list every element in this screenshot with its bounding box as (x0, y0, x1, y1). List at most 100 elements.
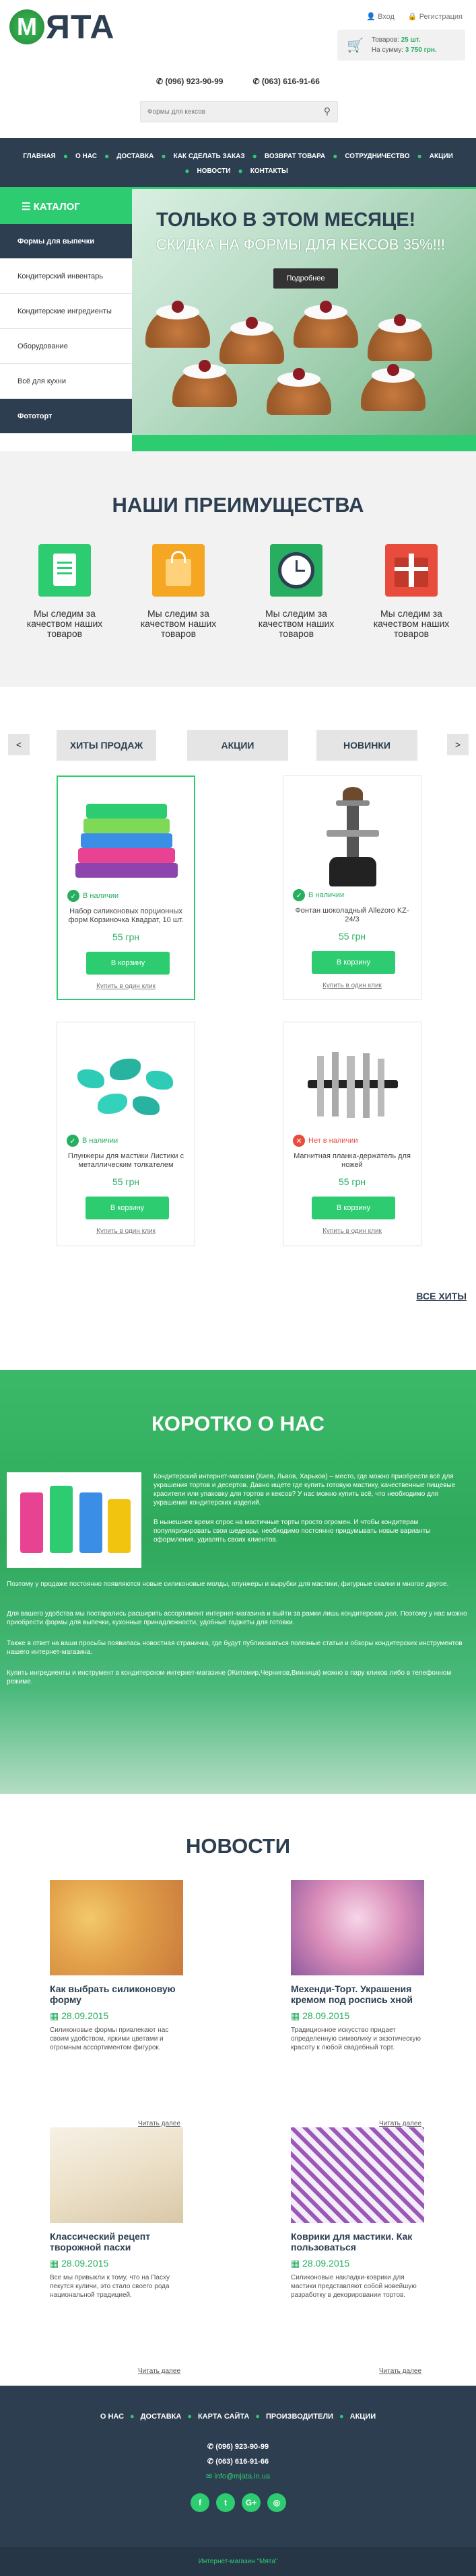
product-image[interactable] (297, 783, 409, 889)
stock-status: ✓ В наличии (293, 889, 344, 901)
nav-separator-icon: ● (104, 151, 110, 161)
catalog-header[interactable]: ☰ КАТАЛОГ (0, 189, 132, 224)
nav-home[interactable]: ГЛАВНАЯ (23, 151, 56, 161)
read-more-link[interactable]: Читать далее (138, 2367, 180, 2375)
hero-more-button[interactable]: Подробнее (273, 268, 338, 289)
news-card[interactable]: Как выбрать силиконовую форму ▦ 28.09.20… (50, 1880, 183, 2127)
footer-phone-1[interactable]: ✆ (096) 923-90-99 (0, 2442, 476, 2451)
phone-1[interactable]: ✆ (096) 923-90-99 (156, 77, 223, 86)
about-paragraph: Купить ингредиенты и инструмент в кондит… (7, 1669, 452, 1685)
product-price: 55 грн (338, 1176, 366, 1187)
prev-arrow-button[interactable]: < (8, 734, 30, 755)
product-card-info[interactable]: ✕ Нет в наличии Магнитная планка-держатель… (283, 1123, 421, 1246)
search-input[interactable] (141, 102, 309, 122)
product-card[interactable] (283, 1022, 421, 1123)
news-image[interactable] (291, 1880, 424, 1975)
gift-icon (385, 544, 438, 597)
add-to-cart-button[interactable]: В корзину (312, 951, 395, 974)
news-card-title[interactable]: Классический рецепт творожной пасхи (50, 2231, 183, 2252)
product-card[interactable] (57, 1022, 195, 1123)
add-to-cart-button[interactable]: В корзину (312, 1197, 395, 1219)
buy-one-click-link[interactable]: Купить в один клик (283, 982, 421, 989)
about-title: КОРОТКО О НАС (151, 1412, 325, 1435)
news-card-title[interactable]: Мехенди-Торт. Украшения кремом под роспи… (291, 1983, 424, 2005)
advantage-text: Мы следим за качеством наших товаров (258, 608, 335, 639)
buy-one-click-link[interactable]: Купить в один клик (283, 1227, 421, 1235)
footer-email[interactable]: ✉ info@mjata.in.ua (0, 2472, 476, 2480)
logo[interactable]: М ЯТА (9, 9, 114, 44)
news-card[interactable]: Коврики для мастики. Как пользоваться ▦ … (291, 2127, 424, 2375)
news-excerpt: Все мы привыкли к тому, что на Пасху пек… (50, 2274, 170, 2299)
nav-contacts[interactable]: КОНТАКТЫ (250, 166, 288, 176)
catalog-item-equipment[interactable]: Оборудование (0, 329, 132, 364)
search-icon[interactable]: ⚲ (324, 106, 331, 117)
nav-delivery[interactable]: ДОСТАВКА (116, 151, 154, 161)
register-link[interactable]: 🔒 Регистрация (408, 12, 463, 21)
news-card-title[interactable]: Коврики для мастики. Как пользоваться (291, 2231, 424, 2252)
about-paragraph: В нынешнее время спрос на мастичные торт… (154, 1519, 431, 1544)
news-image[interactable] (50, 2127, 183, 2223)
nav-news[interactable]: НОВОСТИ (197, 166, 230, 176)
read-more-link[interactable]: Читать далее (138, 2120, 180, 2127)
tab-hits[interactable]: ХИТЫ ПРОДАЖ (57, 730, 156, 761)
all-hits-link[interactable]: ВСЕ ХИТЫ (416, 1291, 467, 1301)
catalog-item-inventory[interactable]: Кондитерский инвентарь (0, 259, 132, 294)
cart-widget[interactable]: 🛒 Товаров: 25 шт. На сумму: 3 750 грн. (337, 30, 465, 61)
catalog-item-ingredients[interactable]: Кондитерские ингредиенты (0, 294, 132, 329)
footer-link-delivery[interactable]: ДОСТАВКА (141, 2413, 182, 2421)
nav-partnership[interactable]: СОТРУДНИЧЕСТВО (345, 151, 409, 161)
news-card[interactable]: Классический рецепт творожной пасхи ▦ 28… (50, 2127, 183, 2375)
google-plus-icon[interactable]: G+ (242, 2493, 261, 2512)
tab-new[interactable]: НОВИНКИ (316, 730, 417, 761)
nav-how-to-order[interactable]: КАК СДЕЛАТЬ ЗАКАЗ (174, 151, 245, 161)
product-name[interactable]: Магнитная планка-держатель для ножей (290, 1152, 414, 1170)
product-card[interactable]: ✓ В наличии Фонтан шоколадный Allezoro KZ… (283, 775, 421, 1000)
catalog-item-photocake[interactable]: Фототорт (0, 399, 132, 434)
next-arrow-button[interactable]: > (447, 734, 469, 755)
news-image[interactable] (291, 2127, 424, 2223)
product-price: 55 грн (112, 932, 140, 942)
news-image[interactable] (50, 1880, 183, 1975)
catalog-item-kitchen[interactable]: Всё для кухни (0, 364, 132, 399)
advantage-text: Мы следим за качеством наших товаров (373, 608, 450, 639)
instagram-icon[interactable]: ◎ (267, 2493, 286, 2512)
calendar-icon: ▦ (291, 2258, 303, 2269)
footer-link-sitemap[interactable]: КАРТА САЙТА (198, 2413, 249, 2421)
add-to-cart-button[interactable]: В корзину (86, 952, 170, 975)
advantage-text: Мы следим за качеством наших товаров (140, 608, 217, 639)
read-more-link[interactable]: Читать далее (379, 2367, 421, 2375)
nav-separator-icon: ● (184, 166, 190, 176)
footer-link-promotions[interactable]: АКЦИИ (350, 2413, 376, 2421)
stock-label: Нет в наличии (308, 1137, 358, 1145)
cart-sum-label: На сумму: (371, 46, 403, 54)
product-name[interactable]: Набор силиконовых порционных форм Корзин… (65, 907, 187, 925)
product-image[interactable] (71, 1029, 182, 1135)
twitter-icon[interactable]: t (216, 2493, 235, 2512)
advantages-section: НАШИ ПРЕИМУЩЕСТВА Мы следим за качеством… (0, 451, 476, 687)
buy-one-click-link[interactable]: Купить в один клик (57, 1227, 195, 1235)
header-phones: ✆ (096) 923-90-99 ✆ (063) 616-91-66 (156, 77, 320, 86)
news-card[interactable]: Мехенди-Торт. Украшения кремом под роспи… (291, 1880, 424, 2127)
news-card-title[interactable]: Как выбрать силиконовую форму (50, 1983, 183, 2005)
catalog-item-baking-forms[interactable]: Формы для выпечки (0, 224, 132, 259)
footer-link-about[interactable]: О НАС (100, 2413, 124, 2421)
about-paragraph: Также в ответ на ваши просьбы появилась … (7, 1640, 463, 1656)
add-to-cart-button[interactable]: В корзину (86, 1197, 169, 1219)
product-image[interactable] (71, 784, 183, 890)
footer-link-manufacturers[interactable]: ПРОИЗВОДИТЕЛИ (266, 2413, 333, 2421)
footer-phone-2[interactable]: ✆ (063) 616-91-66 (0, 2457, 476, 2466)
tab-promotions[interactable]: АКЦИИ (187, 730, 288, 761)
facebook-icon[interactable]: f (191, 2493, 209, 2512)
product-card-info[interactable]: ✓ В наличии Плунжеры для мастики Листики с… (57, 1123, 195, 1246)
read-more-link[interactable]: Читать далее (379, 2120, 421, 2127)
nav-returns[interactable]: ВОЗВРАТ ТОВАРА (265, 151, 325, 161)
buy-one-click-link[interactable]: Купить в один клик (58, 983, 194, 990)
product-image[interactable] (297, 1029, 409, 1135)
product-name[interactable]: Фонтан шоколадный Allezoro KZ-24/3 (290, 907, 414, 924)
login-link[interactable]: 👤 Вход (366, 12, 395, 21)
product-card[interactable]: ✓ В наличии Набор силиконовых порционных … (57, 775, 195, 1000)
nav-about[interactable]: О НАС (75, 151, 97, 161)
nav-promotions[interactable]: АКЦИИ (430, 151, 453, 161)
phone-2[interactable]: ✆ (063) 616-91-66 (252, 77, 319, 86)
product-name[interactable]: Плунжеры для мастики Листики с металличе… (64, 1152, 188, 1170)
